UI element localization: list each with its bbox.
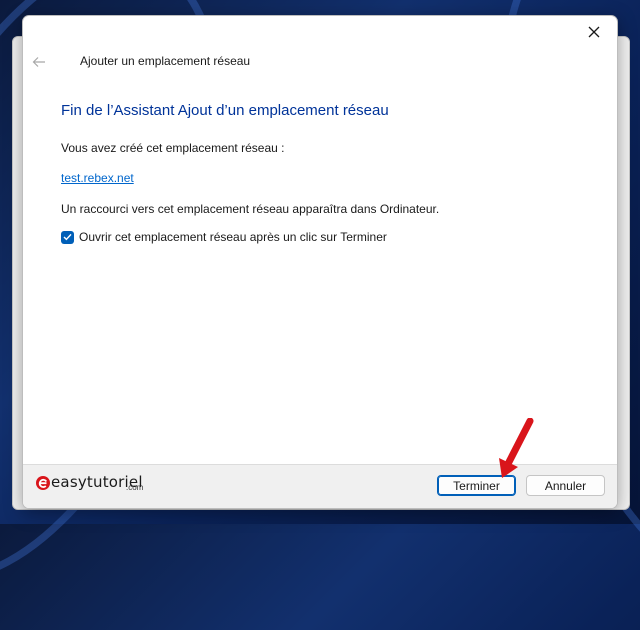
intro-text: Vous avez créé cet emplacement réseau : <box>61 141 285 155</box>
checkmark-icon <box>63 233 72 241</box>
open-location-checkbox-row[interactable]: Ouvrir cet emplacement réseau après un c… <box>61 230 387 244</box>
shortcut-info-text: Un raccourci vers cet emplacement réseau… <box>61 202 440 216</box>
network-location-link[interactable]: test.rebex.net <box>61 171 134 185</box>
back-button[interactable] <box>27 52 51 72</box>
close-icon <box>588 26 600 38</box>
back-arrow-icon <box>32 57 45 67</box>
red-arrow-icon <box>499 418 534 478</box>
logo-subtext: .com <box>126 483 144 492</box>
window-title: Ajouter un emplacement réseau <box>80 54 251 68</box>
open-location-checkbox[interactable] <box>61 230 74 244</box>
page-heading: Fin de l’Assistant Ajout d’un emplacemen… <box>61 102 389 119</box>
close-button[interactable] <box>571 16 617 48</box>
open-location-checkbox-label: Ouvrir cet emplacement réseau après un c… <box>79 230 387 244</box>
easytutoriel-logo-icon <box>36 476 50 490</box>
